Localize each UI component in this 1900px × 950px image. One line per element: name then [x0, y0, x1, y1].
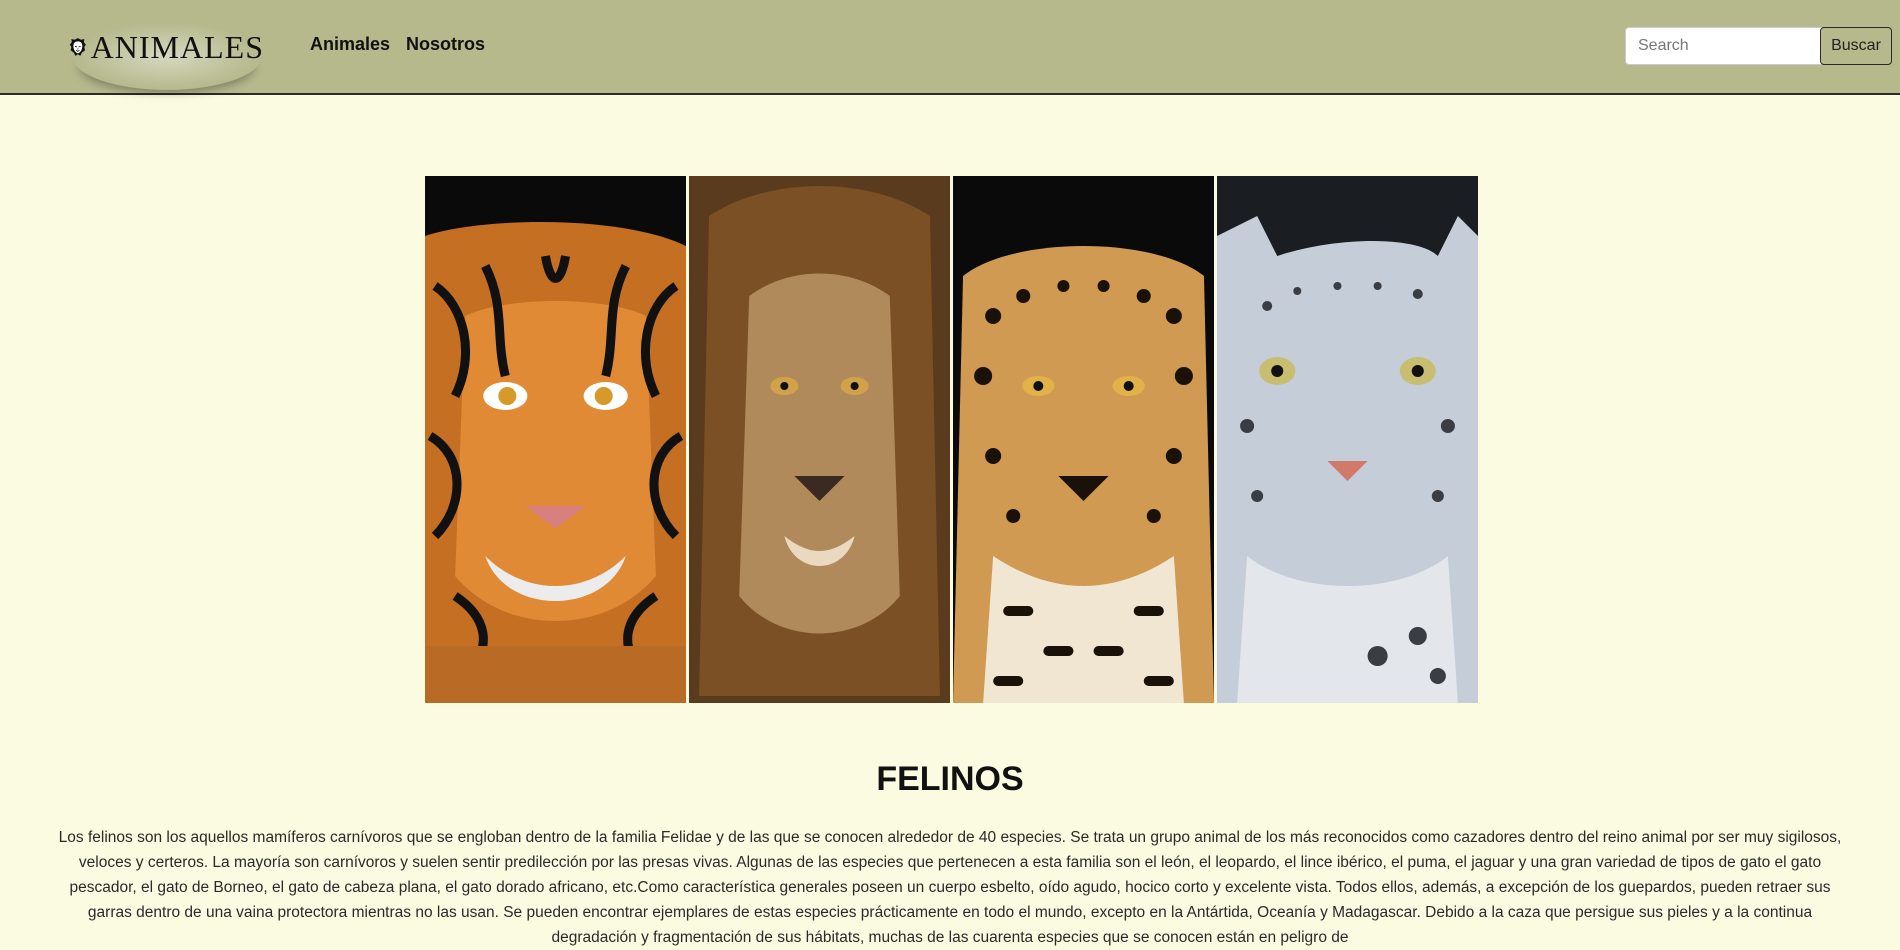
- felines-hero-image: [425, 176, 1478, 703]
- nav-link-animales[interactable]: Animales: [310, 34, 390, 55]
- jaguar-image: [953, 176, 1214, 703]
- search-input[interactable]: [1625, 27, 1825, 65]
- snow-leopard-image: [1217, 176, 1478, 703]
- brand-name: ANIMALES: [90, 28, 264, 65]
- section-title: FELINOS: [876, 760, 1024, 798]
- brand-logo[interactable]: ANIMALES: [64, 14, 264, 90]
- nav-link-nosotros[interactable]: Nosotros: [406, 34, 485, 55]
- lion-head-icon: [69, 38, 86, 56]
- tiger-image: [425, 176, 686, 703]
- lion-image: [689, 176, 950, 703]
- navbar: ANIMALES Animales Nosotros Buscar: [0, 0, 1900, 95]
- section-description: Los felinos son los aquellos mamíferos c…: [58, 829, 1842, 946]
- search-button[interactable]: Buscar: [1820, 27, 1892, 65]
- nav-links: Animales Nosotros: [310, 34, 485, 55]
